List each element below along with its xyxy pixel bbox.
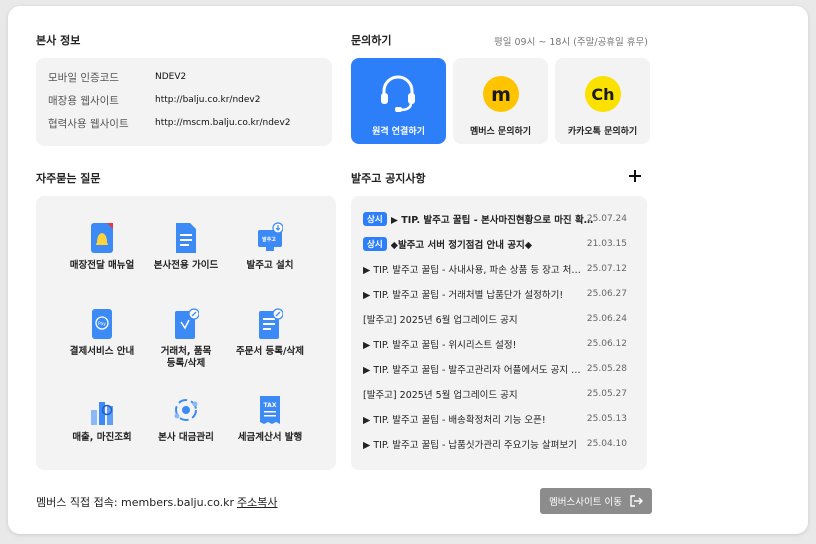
company-info-title: 본사 정보 [36, 34, 81, 47]
svg-text:발주고: 발주고 [262, 236, 276, 243]
faq-item-order-form[interactable]: 주문서 등록/삭제 [224, 308, 316, 380]
guide-document-icon [176, 223, 196, 253]
notice-row[interactable]: ▶ TIP. 발주고 꿀팁 - 발주고관리자 어플에서도 공지 확인하기 25.… [363, 361, 639, 377]
notice-title: [발주고] 2025년 5월 업그레이드 공지 [363, 390, 518, 401]
tax-invoice-icon: TAX [260, 396, 280, 424]
plus-icon[interactable] [628, 169, 642, 183]
notice-title: ▶ TIP. 발주고 꿀팁 - 거래처별 납품단가 설정하기! [363, 290, 564, 301]
info-value: http://balju.co.kr/ndev2 [155, 95, 261, 105]
pay-phone-icon: Pay [92, 309, 112, 339]
faq-item-label: 세금계산서 발행 [237, 432, 303, 443]
vendor-register-icon [175, 308, 199, 339]
notice-row[interactable]: ▶ TIP. 발주고 꿀팁 - 배송확정처리 기능 오픈! 25.05.13 [363, 411, 639, 427]
kakaotalk-icon: Ch [585, 76, 621, 112]
kakaotalk-inquiry-button[interactable]: Ch 카카오톡 문의하기 [555, 58, 650, 144]
notice-badge: 상시 [363, 237, 387, 251]
notice-date: 25.07.24 [586, 214, 627, 224]
headset-icon [381, 75, 415, 112]
manual-bell-icon [91, 223, 113, 253]
faq-item-label: 본사전용 가이드 [153, 260, 219, 271]
members-direct-access: 멤버스 직접 접속: members.balju.co.kr [36, 496, 235, 509]
info-label: 모바일 인증코드 [48, 71, 119, 84]
info-row-store-site: 매장용 웹사이트 http://balju.co.kr/ndev2 [48, 92, 260, 108]
faq-item-label: 거래처, 품목 등록/삭제 [160, 346, 212, 369]
notice-title: ▶ TIP. 발주고 꿀팁 - 배송확정처리 기능 오픈! [363, 415, 546, 426]
info-label: 협력사용 웹사이트 [48, 117, 129, 130]
notice-row[interactable]: ▶ TIP. 발주고 꿀팁 - 사내사용, 파손 상품 등 장고 처리하기 25… [363, 261, 639, 277]
faq-item-label: 발주고 설치 [246, 260, 294, 271]
faq-item-payment-mgmt[interactable]: 본사 대금관리 [140, 394, 232, 466]
notice-row[interactable]: 상시 ◆발주고 서버 정기점검 안내 공지◆ 21.03.15 [363, 236, 639, 252]
notice-row[interactable]: 상시 ▶ TIP. 발주고 꿀팁 - 본사마진현황으로 마진 확인하기 25.0… [363, 211, 639, 227]
company-info-box: 모바일 인증코드 NDEV2 매장용 웹사이트 http://balju.co.… [36, 58, 332, 146]
notices-title: 발주고 공지사항 [351, 172, 426, 185]
notice-title: [발주고] 2025년 6월 업그레이드 공지 [363, 315, 518, 326]
inquiry-hours: 평일 09시 ~ 18시 (주말/공휴일 휴무) [494, 37, 648, 48]
faq-item-tax-invoice[interactable]: TAX 세금계산서 발행 [224, 394, 316, 466]
notice-row[interactable]: [발주고] 2025년 5월 업그레이드 공지 25.05.27 [363, 386, 639, 402]
members-site-button-label: 멤버스사이트 이동 [549, 497, 622, 508]
members-site-button[interactable]: 멤버스사이트 이동 [540, 488, 652, 514]
notice-row[interactable]: ▶ TIP. 발주고 꿀팁 - 위시리스트 설정! 25.06.12 [363, 336, 639, 352]
faq-box: 매장전달 매뉴얼 본사전용 가이드 발주고 발주고 설치 Pay 결제서비스 안… [36, 196, 336, 470]
notice-date: 25.05.28 [586, 364, 627, 374]
notice-title: ▶ TIP. 발주고 꿀팁 - 납품싯가관리 주요기능 살펴보기 [363, 440, 577, 451]
members-inquiry-button[interactable]: m 멤버스 문의하기 [453, 58, 548, 144]
faq-item-install[interactable]: 발주고 발주고 설치 [224, 222, 316, 294]
notice-date: 21.03.15 [586, 239, 627, 249]
notice-date: 25.07.12 [586, 264, 627, 274]
faq-item-payment[interactable]: Pay 결제서비스 안내 [56, 308, 148, 380]
notice-row[interactable]: ▶ TIP. 발주고 꿀팁 - 납품싯가관리 주요기능 살펴보기 25.04.1… [363, 436, 639, 452]
faq-item-vendor[interactable]: 거래처, 품목 등록/삭제 [140, 308, 232, 380]
exit-arrow-icon [630, 495, 643, 507]
notice-row[interactable]: ▶ TIP. 발주고 꿀팁 - 거래처별 납품단가 설정하기! 25.06.27 [363, 286, 639, 302]
remote-connect-button[interactable]: 원격 연결하기 [351, 58, 446, 144]
info-value: NDEV2 [155, 72, 187, 82]
notice-title: ▶ TIP. 발주고 꿀팁 - 위시리스트 설정! [363, 340, 517, 351]
notices-box: 상시 ▶ TIP. 발주고 꿀팁 - 본사마진현황으로 마진 확인하기 25.0… [351, 196, 647, 470]
faq-item-sales[interactable]: 매출, 마진조회 [56, 394, 148, 466]
svg-text:m: m [491, 84, 511, 106]
notice-row[interactable]: [발주고] 2025년 6월 업그레이드 공지 25.06.24 [363, 311, 639, 327]
faq-item-guide[interactable]: 본사전용 가이드 [140, 222, 232, 294]
remote-connect-label: 원격 연결하기 [372, 127, 425, 137]
faq-item-label: 매출, 마진조회 [72, 432, 132, 443]
main-panel: 본사 정보 모바일 인증코드 NDEV2 매장용 웹사이트 http://bal… [8, 6, 808, 534]
notice-date: 25.06.12 [586, 339, 627, 349]
faq-item-label: 매장전달 매뉴얼 [69, 260, 135, 271]
svg-text:Pay: Pay [98, 321, 106, 327]
notice-title: ▶ TIP. 발주고 꿀팁 - 발주고관리자 어플에서도 공지 확인하기 [363, 365, 587, 376]
info-row-partner-site: 협력사용 웹사이트 http://mscm.balju.co.kr/ndev2 [48, 115, 291, 131]
inquiry-title: 문의하기 [351, 34, 392, 47]
faq-item-label: 주문서 등록/삭제 [236, 346, 304, 357]
info-value: http://mscm.balju.co.kr/ndev2 [155, 118, 291, 128]
svg-text:Ch: Ch [591, 85, 614, 104]
notice-date: 25.06.24 [586, 314, 627, 324]
notice-date: 25.06.27 [586, 289, 627, 299]
members-m-icon: m [483, 76, 519, 112]
notice-badge: 상시 [363, 212, 387, 226]
order-form-icon [259, 308, 283, 339]
faq-item-manual[interactable]: 매장전달 매뉴얼 [56, 222, 148, 294]
sales-chart-icon [91, 402, 113, 425]
members-inquiry-label: 멤버스 문의하기 [469, 127, 532, 137]
svg-text:TAX: TAX [264, 402, 277, 409]
faq-item-label: 본사 대금관리 [158, 432, 214, 443]
faq-item-label: 결제서비스 안내 [69, 346, 135, 357]
notice-date: 25.04.10 [586, 439, 627, 449]
notice-date: 25.05.13 [586, 414, 627, 424]
info-label: 매장용 웹사이트 [48, 94, 119, 107]
payment-cycle-icon [174, 399, 198, 421]
notice-title: ▶ TIP. 발주고 꿀팁 - 본사마진현황으로 마진 확인하기 [390, 215, 595, 226]
kakaotalk-inquiry-label: 카카오톡 문의하기 [567, 127, 638, 137]
copy-address-link[interactable]: 주소복사 [237, 494, 277, 510]
notice-title: ◆발주고 서버 정기점검 안내 공지◆ [390, 240, 533, 251]
notice-date: 25.05.27 [586, 389, 627, 399]
info-row-mobile-code: 모바일 인증코드 NDEV2 [48, 69, 186, 85]
faq-title: 자주묻는 질문 [36, 172, 101, 185]
install-monitor-icon: 발주고 [258, 222, 283, 251]
notice-title: ▶ TIP. 발주고 꿀팁 - 사내사용, 파손 상품 등 장고 처리하기 [363, 265, 587, 276]
